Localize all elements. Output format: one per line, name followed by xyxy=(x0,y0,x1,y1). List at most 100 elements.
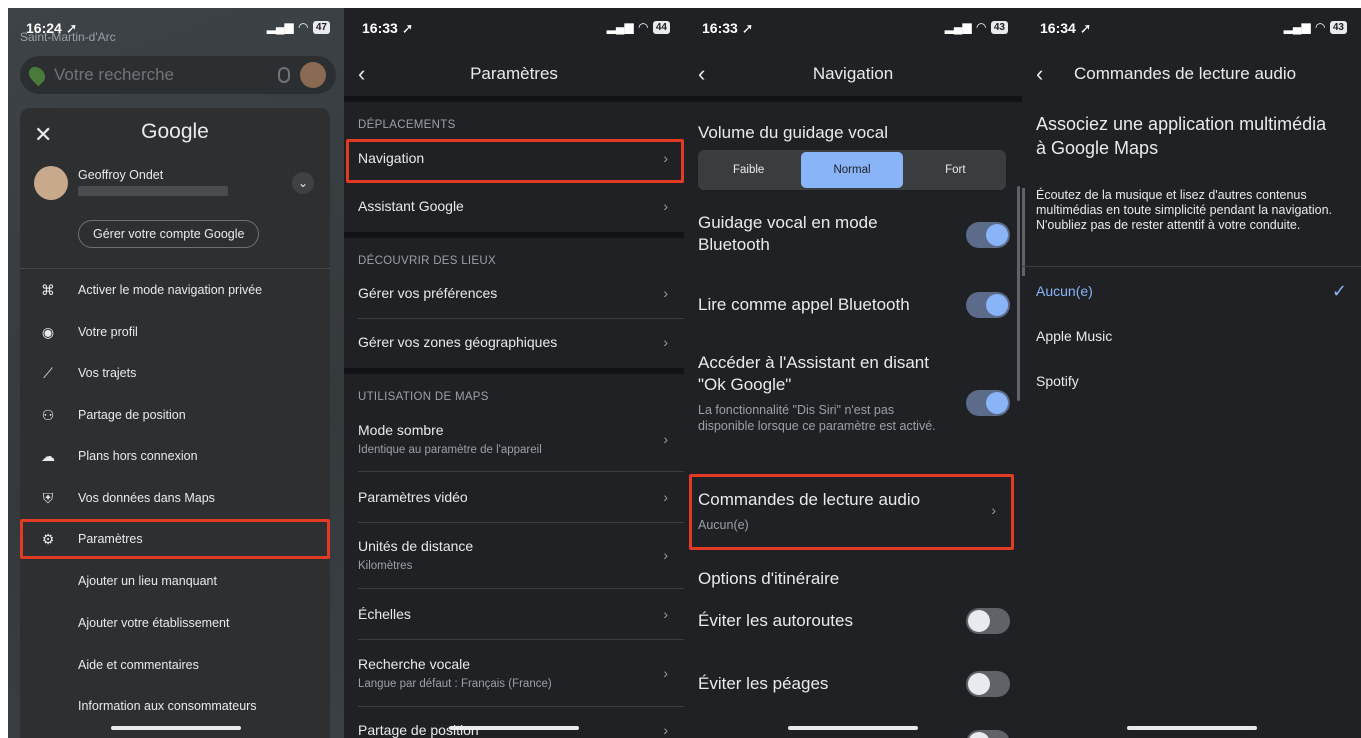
menu-item-label: Aide et commentaires xyxy=(78,658,199,672)
back-icon[interactable]: ‹ xyxy=(698,61,705,87)
row-sublabel: Kilomètres xyxy=(358,560,413,572)
account-email-redacted xyxy=(78,186,228,196)
option-spotify[interactable]: Spotify xyxy=(1036,373,1347,389)
volume-option-normal[interactable]: Normal xyxy=(801,152,903,188)
bluetooth-guidance-label: Guidage vocal en mode Bluetooth xyxy=(698,213,878,254)
settings-row-preferences[interactable]: Gérer vos préférences › xyxy=(344,273,684,313)
menu-item-location-sharing[interactable]: ⚇ Partage de position xyxy=(20,395,330,435)
volume-option-low[interactable]: Faible xyxy=(698,150,799,190)
manage-account-button[interactable]: Gérer votre compte Google xyxy=(78,220,260,248)
home-indicator xyxy=(449,726,579,730)
row-sublabel: Identique au paramètre de l'appareil xyxy=(358,444,542,456)
chevron-right-icon: › xyxy=(663,489,668,505)
option-apple-music[interactable]: Apple Music xyxy=(1036,328,1347,344)
menu-item-help[interactable]: Aide et commentaires xyxy=(20,645,330,685)
row-label: Navigation xyxy=(358,150,425,166)
profile-icon: ◉ xyxy=(41,323,55,340)
divider xyxy=(358,522,684,523)
menu-item-consumer-info[interactable]: Information aux consommateurs xyxy=(20,686,330,726)
back-icon[interactable]: ‹ xyxy=(358,61,365,87)
audio-controls-row[interactable]: Commandes de lecture audio Aucun(e) xyxy=(698,489,982,533)
settings-row-navigation[interactable]: Navigation › xyxy=(344,138,684,178)
menu-item-label: Activer le mode navigation privée xyxy=(78,283,263,297)
account-avatar xyxy=(34,166,68,200)
avoid-highways-toggle[interactable] xyxy=(966,608,1010,634)
settings-row-dark-mode[interactable]: Mode sombre Identique au paramètre de l'… xyxy=(344,412,684,466)
volume-segmented-control[interactable]: Faible Normal Fort xyxy=(698,150,1006,190)
menu-item-label: Vos données dans Maps xyxy=(78,491,215,505)
bluetooth-guidance-toggle[interactable] xyxy=(966,222,1010,248)
status-time: 16:33 ➚ xyxy=(362,20,414,36)
menu-item-profile[interactable]: ◉ Votre profil xyxy=(20,312,330,352)
settings-row-zones[interactable]: Gérer vos zones géographiques › xyxy=(344,322,684,362)
gear-icon: ⚙ xyxy=(41,530,55,547)
ok-google-row: Accéder à l'Assistant en disant "Ok Goog… xyxy=(698,352,952,434)
home-indicator xyxy=(111,726,241,730)
battery-icon: 43 xyxy=(990,20,1008,34)
status-bar: 16:33 ➚ ▂▄▆ ◠ 44 xyxy=(344,18,684,40)
divider xyxy=(344,96,684,102)
divider xyxy=(20,268,330,269)
menu-item-incognito[interactable]: ⌘ Activer le mode navigation privée xyxy=(20,270,330,310)
section-header: UTILISATION DE MAPS xyxy=(358,391,489,403)
wifi-icon: ◠ xyxy=(298,20,308,34)
ok-google-toggle[interactable] xyxy=(966,390,1010,416)
settings-row-assistant[interactable]: Assistant Google › xyxy=(344,186,684,226)
search-input[interactable]: Votre recherche xyxy=(54,65,268,85)
mic-icon[interactable] xyxy=(278,67,290,83)
row-label: Mode sombre xyxy=(358,422,444,438)
settings-screen: 16:33 ➚ ▂▄▆ ◠ 44 ‹ Paramètres DÉPLACEMEN… xyxy=(344,8,684,738)
status-time: 16:33 ➚ xyxy=(702,20,754,36)
settings-row-video[interactable]: Paramètres vidéo › xyxy=(344,476,684,518)
settings-row-distance-units[interactable]: Unités de distance Kilomètres › xyxy=(344,528,684,582)
bluetooth-call-toggle[interactable] xyxy=(966,292,1010,318)
signal-icon: ▂▄▆ xyxy=(606,20,634,34)
settings-row-scales[interactable]: Échelles › xyxy=(344,593,684,635)
menu-item-add-business[interactable]: Ajouter votre établissement xyxy=(20,603,330,643)
timeline-icon: ⟋ xyxy=(43,364,53,381)
chevron-right-icon: › xyxy=(663,285,668,301)
checkmark-icon: ✓ xyxy=(1331,281,1347,301)
option-label: Aucun(e) xyxy=(1036,283,1093,299)
chevron-down-icon[interactable]: ⌄ xyxy=(292,172,314,194)
audio-controls-label: Commandes de lecture audio xyxy=(698,490,921,509)
incognito-icon: ⌘ xyxy=(41,281,55,298)
next-toggle[interactable] xyxy=(966,730,1010,738)
row-label: Unités de distance xyxy=(358,538,474,554)
chevron-right-icon: › xyxy=(663,606,668,622)
scrollbar[interactable] xyxy=(1017,186,1020,401)
home-indicator xyxy=(1126,726,1257,730)
menu-item-settings[interactable]: ⚙ Paramètres xyxy=(20,519,330,559)
scrollbar[interactable] xyxy=(1022,188,1025,276)
menu-item-label: Plans hors connexion xyxy=(78,449,198,463)
row-label: Gérer vos zones géographiques xyxy=(358,334,558,350)
settings-row-voice-search[interactable]: Recherche vocale Langue par défaut : Fra… xyxy=(344,646,684,700)
search-bar[interactable]: Votre recherche xyxy=(20,56,336,94)
chevron-right-icon: › xyxy=(663,722,668,738)
signal-icon: ▂▄▆ xyxy=(266,20,294,34)
signal-icon: ▂▄▆ xyxy=(1283,20,1311,34)
menu-item-data[interactable]: ⛨ Vos données dans Maps xyxy=(20,478,330,518)
menu-item-label: Paramètres xyxy=(78,532,143,546)
wifi-icon: ◠ xyxy=(638,20,648,34)
avatar[interactable] xyxy=(300,62,326,88)
option-none[interactable]: Aucun(e) ✓ xyxy=(1036,281,1347,301)
google-menu-screen: Saint-Martin-d'Arc 16:24 ➚ ▂▄▆ ◠ 47 Votr… xyxy=(8,8,344,738)
menu-item-offline-maps[interactable]: ☁ Plans hors connexion xyxy=(20,436,330,476)
divider xyxy=(358,588,684,589)
account-name: Geoffroy Ondet xyxy=(78,168,164,182)
back-icon[interactable]: ‹ xyxy=(1036,61,1043,87)
page-title: Paramètres xyxy=(470,64,558,83)
menu-item-timeline[interactable]: ⟋ Vos trajets xyxy=(20,353,330,393)
volume-option-high[interactable]: Fort xyxy=(905,150,1006,190)
menu-item-label: Partage de position xyxy=(78,408,186,422)
cloud-off-icon: ☁ xyxy=(41,447,55,464)
menu-item-add-place[interactable]: Ajouter un lieu manquant xyxy=(20,561,330,601)
avoid-tolls-toggle[interactable] xyxy=(966,671,1010,697)
divider xyxy=(358,182,684,183)
volume-title: Volume du guidage vocal xyxy=(698,123,888,142)
status-bar: 16:24 ➚ ▂▄▆ ◠ 47 xyxy=(8,18,344,40)
navigation-settings-screen: 16:33 ➚ ▂▄▆ ◠ 43 ‹ Navigation Volume du … xyxy=(684,8,1022,738)
page-title: Navigation xyxy=(812,64,894,83)
section-header: DÉCOUVRIR DES LIEUX xyxy=(358,255,496,267)
